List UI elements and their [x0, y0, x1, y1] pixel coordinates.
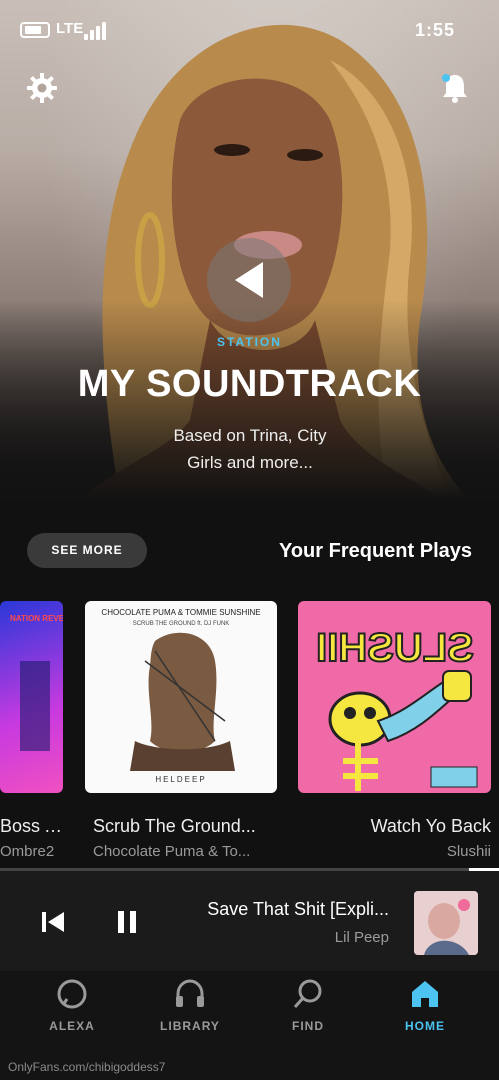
album-art: SLUSHII	[298, 601, 491, 793]
status-time: 1:55	[414, 20, 455, 40]
card-title: Watch Yo Back	[370, 816, 491, 836]
pause-icon[interactable]	[114, 909, 140, 935]
now-playing-art	[414, 891, 478, 955]
card-subtitle: Slushii	[446, 843, 491, 860]
card-title: Scrub The Ground...	[93, 816, 256, 836]
tab-home[interactable]: HOME	[375, 977, 475, 1047]
album-art: CHOCOLATE PUMA & TOMMIE SUNSHINE SCRUB T…	[85, 601, 277, 793]
alexa-icon	[57, 979, 87, 1009]
card-subtitle: Chocolate Puma & To...	[93, 843, 251, 860]
station-title: MY SOUNDTRACK	[77, 363, 422, 405]
section-title: Your Frequent Plays	[278, 540, 472, 562]
now-playing-artist: Lil Peep	[334, 929, 389, 946]
album-art-text: NATION REVENGE TOUR MIXTAPE	[10, 614, 63, 623]
now-playing-title: Save That Shit [Expli...	[207, 899, 389, 919]
album-art: NATION REVENGE TOUR MIXTAPE	[0, 601, 63, 793]
tab-label: ALEXA	[49, 1019, 95, 1033]
search-icon	[293, 979, 322, 1008]
station-play-button[interactable]	[207, 238, 291, 322]
frequent-play-card-3[interactable]: NATION REVENGE TOUR MIXTAPE Boss As Ombr…	[0, 601, 63, 860]
album-art-text: SLUSHII	[316, 626, 474, 670]
card-subtitle: Ombre2	[0, 843, 55, 860]
home-icon	[412, 981, 438, 1007]
settings-gear-icon[interactable]	[26, 72, 58, 104]
tab-label: LIBRARY	[160, 1019, 220, 1033]
play-icon	[235, 262, 263, 298]
status-bar: LTE 1:55	[0, 14, 499, 44]
album-label-text: HELDEEP	[155, 775, 206, 784]
station-hero[interactable]: LTE 1:55 STATION MY SOUNDTRACK Based on …	[0, 0, 499, 500]
station-subtitle-line-1: Based on Trina, City	[173, 426, 327, 445]
tab-label: HOME	[405, 1019, 445, 1033]
tab-find[interactable]: FIND	[258, 977, 358, 1047]
station-label: STATION	[217, 335, 282, 349]
tab-alexa[interactable]: ALEXA	[22, 977, 122, 1047]
tab-library[interactable]: LIBRARY	[140, 977, 240, 1047]
watermark: OnlyFans.com/chibigoddess7	[8, 1060, 166, 1074]
network-type: LTE	[56, 20, 84, 37]
station-subtitle: Based on Trina, City Girls and more...	[140, 422, 360, 476]
signal-icon	[84, 22, 110, 40]
album-art-text: CHOCOLATE PUMA & TOMMIE SUNSHINE	[101, 608, 260, 617]
album-art-subtext: SCRUB THE GROUND ft. DJ FUNK	[133, 621, 230, 627]
frequent-play-card-2[interactable]: CHOCOLATE PUMA & TOMMIE SUNSHINE SCRUB T…	[85, 601, 277, 860]
mini-player[interactable]: Save That Shit [Expli... Lil Peep	[0, 871, 499, 971]
headphones-icon	[176, 979, 204, 1007]
card-title: Boss As	[0, 816, 63, 836]
tab-label: FIND	[292, 1019, 324, 1033]
previous-track-icon[interactable]	[40, 909, 66, 935]
station-subtitle-line-2: Girls and more...	[187, 453, 313, 472]
notification-bell-icon[interactable]	[441, 72, 469, 104]
battery-icon	[20, 22, 50, 38]
see-more-button[interactable]: SEE MORE	[27, 533, 147, 568]
frequent-play-card-1[interactable]: SLUSHII Watch Yo Back Slushii	[298, 601, 491, 860]
